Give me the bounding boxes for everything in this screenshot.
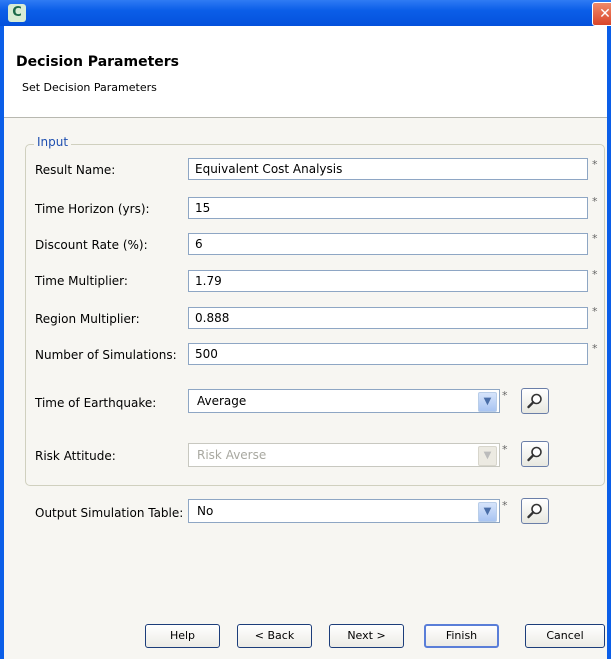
- region-multiplier-label: Region Multiplier:: [35, 312, 140, 326]
- risk-attitude-select: Risk Averse ▼: [188, 443, 500, 467]
- cancel-button[interactable]: Cancel: [525, 624, 605, 648]
- wizard-header: [4, 26, 607, 118]
- number-of-simulations-label: Number of Simulations:: [35, 348, 177, 362]
- next-button[interactable]: Next >: [329, 624, 404, 648]
- window-frame-right: [607, 26, 611, 659]
- time-multiplier-label: Time Multiplier:: [35, 274, 128, 288]
- chevron-down-icon: ▼: [478, 446, 497, 466]
- discount-rate-label: Discount Rate (%):: [35, 238, 148, 252]
- page-title: Decision Parameters: [16, 54, 179, 70]
- magnifier-icon: [527, 446, 542, 462]
- output-simulation-table-select[interactable]: No ▼: [188, 499, 500, 523]
- time-of-earthquake-select[interactable]: Average ▼: [188, 389, 500, 413]
- magnifier-icon: [527, 393, 542, 409]
- back-button[interactable]: < Back: [237, 624, 312, 648]
- required-marker: *: [592, 195, 598, 208]
- finish-button[interactable]: Finish: [424, 624, 499, 648]
- required-marker: *: [592, 305, 598, 318]
- required-marker: *: [502, 443, 508, 456]
- time-multiplier-input[interactable]: [188, 270, 588, 292]
- time-horizon-input[interactable]: [188, 197, 588, 219]
- output-simulation-table-value: No: [197, 504, 214, 518]
- risk-attitude-label: Risk Attitude:: [35, 449, 116, 463]
- required-marker: *: [592, 268, 598, 281]
- app-icon: C: [8, 4, 26, 22]
- required-marker: *: [592, 342, 598, 355]
- time-horizon-label: Time Horizon (yrs):: [35, 202, 150, 216]
- window-frame-left: [0, 26, 4, 659]
- title-bar: C ✕: [0, 0, 611, 26]
- page-subtitle: Set Decision Parameters: [22, 81, 157, 94]
- chevron-down-icon[interactable]: ▼: [478, 502, 497, 522]
- time-of-earthquake-value: Average: [197, 394, 247, 408]
- required-marker: *: [502, 499, 508, 512]
- time-of-earthquake-label: Time of Earthquake:: [35, 396, 157, 410]
- region-multiplier-input[interactable]: [188, 307, 588, 329]
- input-group-label: Input: [34, 135, 72, 149]
- result-name-input[interactable]: [188, 158, 588, 180]
- required-marker: *: [502, 389, 508, 402]
- risk-attitude-value: Risk Averse: [197, 448, 267, 462]
- required-marker: *: [592, 158, 598, 171]
- result-name-label: Result Name:: [35, 163, 116, 177]
- number-of-simulations-input[interactable]: [188, 343, 588, 365]
- required-marker: *: [592, 232, 598, 245]
- output-simulation-table-label: Output Simulation Table:: [35, 506, 184, 520]
- time-of-earthquake-lookup-button[interactable]: [521, 388, 549, 414]
- risk-attitude-lookup-button[interactable]: [521, 441, 549, 467]
- chevron-down-icon[interactable]: ▼: [478, 392, 497, 412]
- help-button[interactable]: Help: [145, 624, 220, 648]
- discount-rate-input[interactable]: [188, 233, 588, 255]
- magnifier-icon: [527, 503, 542, 519]
- close-button[interactable]: ✕: [592, 2, 611, 26]
- output-simulation-table-lookup-button[interactable]: [521, 498, 549, 524]
